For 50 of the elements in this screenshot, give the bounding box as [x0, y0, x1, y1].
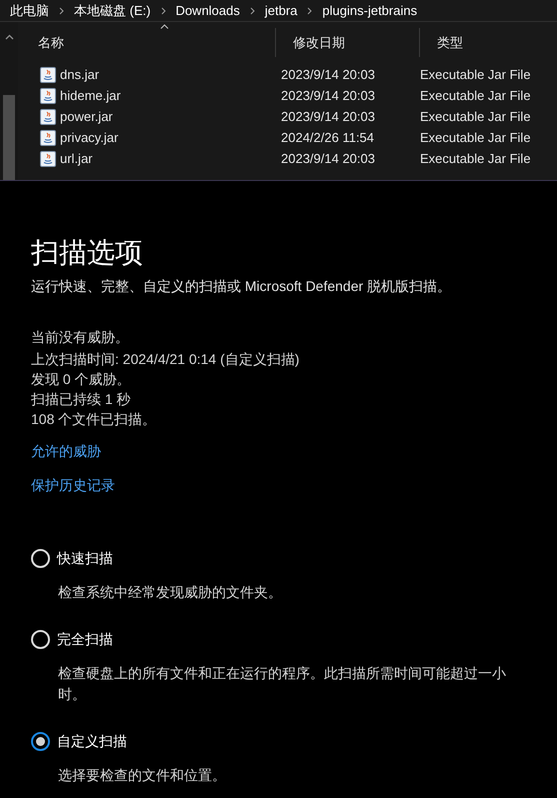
- file-type: Executable Jar File: [420, 130, 531, 145]
- column-header[interactable]: 名称: [38, 32, 64, 52]
- breadcrumb-item[interactable]: plugins-jetbrains: [322, 0, 418, 20]
- status-text: 上次扫描时间: 2024/4/21 0:14 (自定义扫描): [31, 350, 300, 369]
- jar-file-icon: [40, 88, 56, 104]
- modified-date: 2024/2/26 11:54: [281, 130, 374, 145]
- option-description: 选择要检查的文件和位置。: [58, 766, 227, 785]
- file-type: Executable Jar File: [420, 66, 531, 82]
- file-name[interactable]: url.jar: [60, 148, 93, 168]
- jar-file-icon: [40, 130, 56, 146]
- breadcrumb-item[interactable]: 此电脑: [10, 0, 49, 20]
- breadcrumb-item[interactable]: jetbra: [264, 0, 298, 20]
- status-text: 108 个文件已扫描。: [31, 410, 158, 429]
- radio-button[interactable]: [31, 732, 50, 750]
- modified-date: 2023/9/14 20:03: [281, 88, 375, 103]
- jar-file-icon: [40, 150, 56, 166]
- file-type: Executable Jar File: [420, 150, 531, 166]
- column-header[interactable]: 修改日期: [293, 32, 345, 52]
- option-description: 检查系统中经常发现威胁的文件夹。: [58, 583, 283, 602]
- link[interactable]: 允许的威胁: [31, 441, 101, 462]
- jar-file-icon: [40, 108, 56, 124]
- modified-date: 2023/9/14 20:03: [281, 108, 375, 124]
- option-label[interactable]: 自定义扫描: [57, 730, 127, 752]
- status-text: 扫描已持续 1 秒: [31, 390, 132, 409]
- page-title: 扫描选项: [31, 236, 144, 270]
- chevron-icon: [59, 6, 64, 14]
- status-text: 当前没有威胁。: [31, 328, 130, 347]
- option-label[interactable]: 快速扫描: [57, 548, 113, 568]
- jar-file-icon: [40, 66, 56, 82]
- breadcrumb-item[interactable]: Downloads: [176, 0, 240, 20]
- chevron-icon: [307, 6, 312, 14]
- file-type: Executable Jar File: [420, 88, 531, 103]
- modified-date: 2023/9/14 20:03: [281, 150, 375, 166]
- link[interactable]: 保护历史记录: [31, 475, 115, 496]
- breadcrumb-item[interactable]: 本地磁盘 (E:): [74, 0, 151, 20]
- file-name[interactable]: power.jar: [60, 106, 113, 126]
- file-type: Executable Jar File: [420, 108, 531, 124]
- scrollbar-thumb[interactable]: [3, 95, 15, 180]
- chevron-icon: [160, 6, 166, 14]
- scroll-up-icon[interactable]: [4, 34, 14, 40]
- option-description: 检查硬盘上的所有文件和正在运行的程序。此扫描所需时间可能超过一小时。: [58, 664, 507, 704]
- modified-date: 2023/9/14 20:03: [281, 66, 375, 82]
- page-description: 运行快速、完整、自定义的扫描或 Microsoft Defender 脱机版扫描。: [31, 277, 452, 296]
- file-name[interactable]: dns.jar: [60, 64, 100, 84]
- status-text: 发现 0 个威胁。: [31, 370, 132, 389]
- chevron-icon: [250, 6, 255, 14]
- column-header[interactable]: 类型: [437, 32, 463, 52]
- option-label[interactable]: 完全扫描: [57, 628, 113, 650]
- file-name[interactable]: privacy.jar: [60, 128, 118, 148]
- file-name[interactable]: hideme.jar: [60, 86, 121, 106]
